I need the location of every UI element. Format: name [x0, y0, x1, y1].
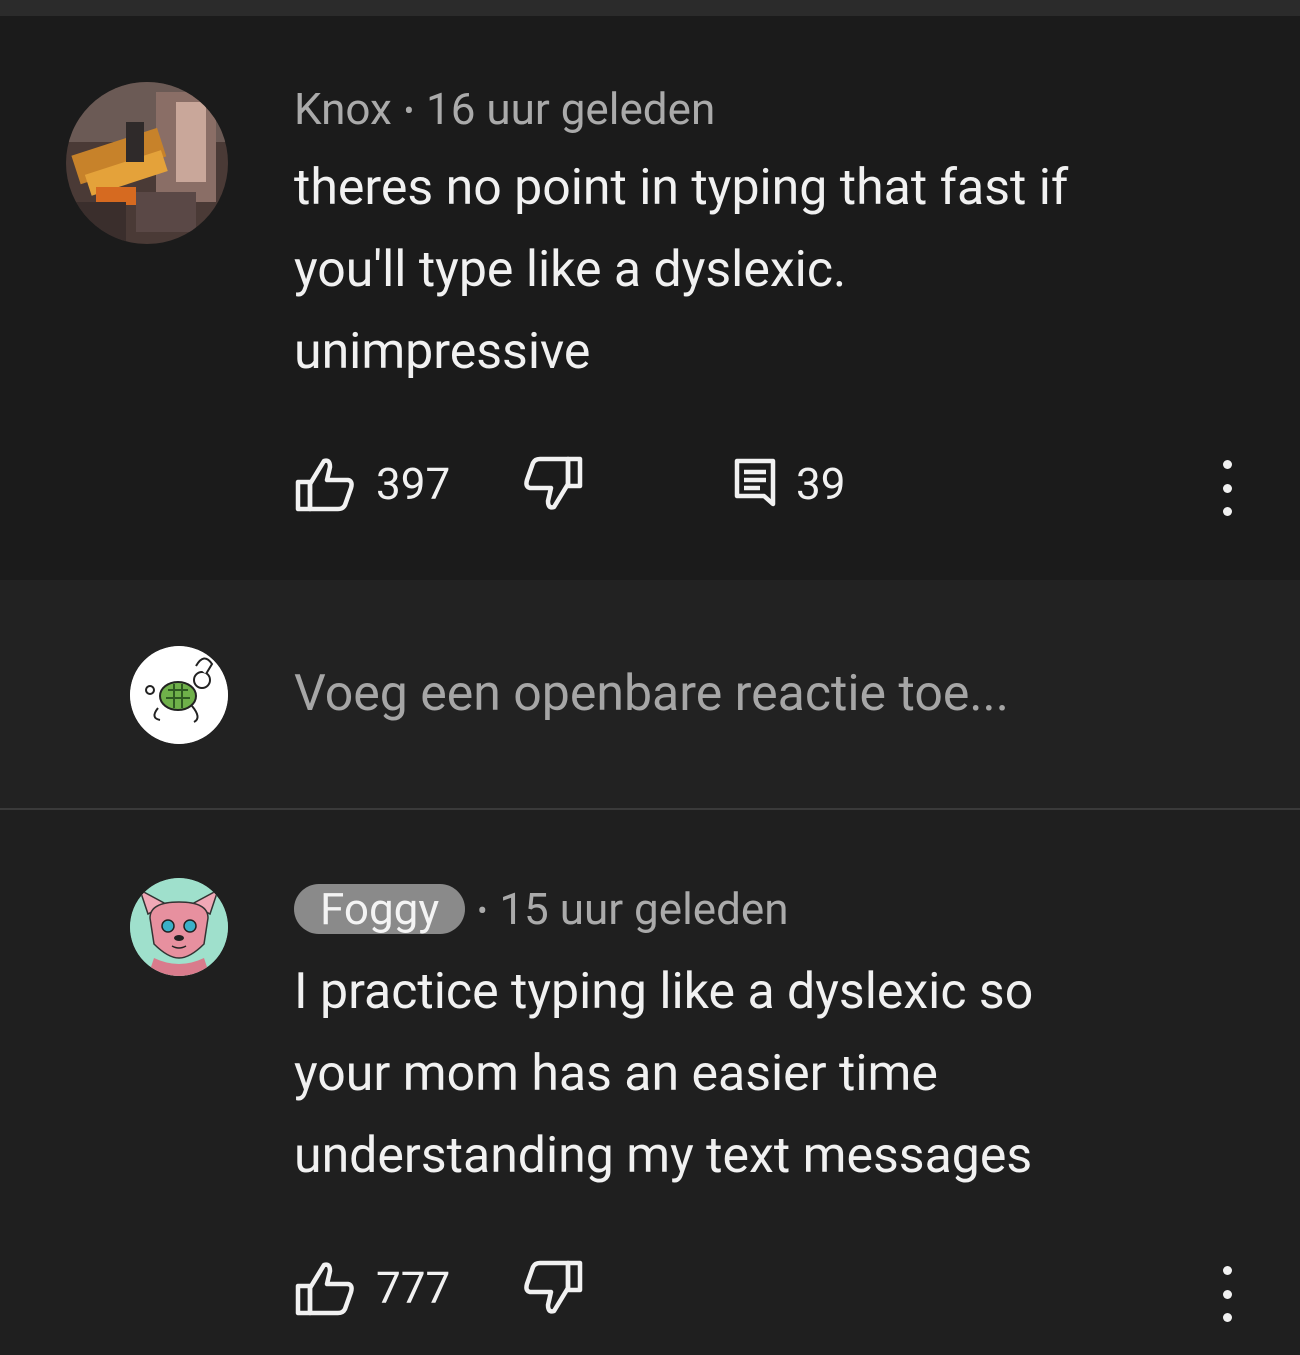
thumbs-up-icon	[294, 455, 356, 513]
comment-actions: 397 39	[294, 454, 1294, 514]
timestamp[interactable]: 15 uur geleden	[499, 883, 788, 935]
separator-dot: •	[403, 94, 415, 130]
like-button[interactable]: 777	[294, 1258, 450, 1318]
comment-body: I practice typing like a dyslexic so you…	[294, 963, 1034, 1185]
timestamp[interactable]: 16 uur geleden	[426, 83, 715, 135]
thumbs-down-icon	[522, 455, 584, 513]
more-vertical-icon[interactable]	[1217, 1266, 1237, 1322]
top-edge	[0, 0, 1300, 16]
comment-meta: Foggy • 15 uur geleden	[294, 884, 789, 937]
avatar-foggy[interactable]	[130, 878, 228, 976]
comment-body: theres no point in typing that fast if y…	[294, 159, 1069, 381]
reply-button[interactable]: 39	[734, 454, 845, 514]
separator-dot: •	[477, 894, 488, 930]
avatar-knox[interactable]	[66, 82, 228, 244]
dislike-button[interactable]	[522, 1258, 584, 1318]
reply-comment-icon	[734, 458, 776, 510]
reply-input[interactable]: Voeg een openbare reactie toe...	[294, 662, 1009, 726]
like-count: 777	[376, 1262, 451, 1314]
reply-count: 39	[796, 458, 846, 510]
more-vertical-icon[interactable]	[1217, 460, 1237, 516]
thumbs-up-icon	[294, 1259, 356, 1317]
avatar-current-user[interactable]	[130, 646, 228, 744]
like-count: 397	[376, 458, 451, 510]
author-name[interactable]: Knox	[294, 83, 392, 135]
author-badge[interactable]: Foggy	[294, 884, 466, 934]
like-button[interactable]: 397	[294, 454, 450, 514]
comment-actions: 777	[294, 1258, 1294, 1318]
thumbs-down-icon	[522, 1259, 584, 1317]
dislike-button[interactable]	[522, 454, 584, 514]
comment-meta: Knox • 16 uur geleden	[294, 84, 715, 137]
